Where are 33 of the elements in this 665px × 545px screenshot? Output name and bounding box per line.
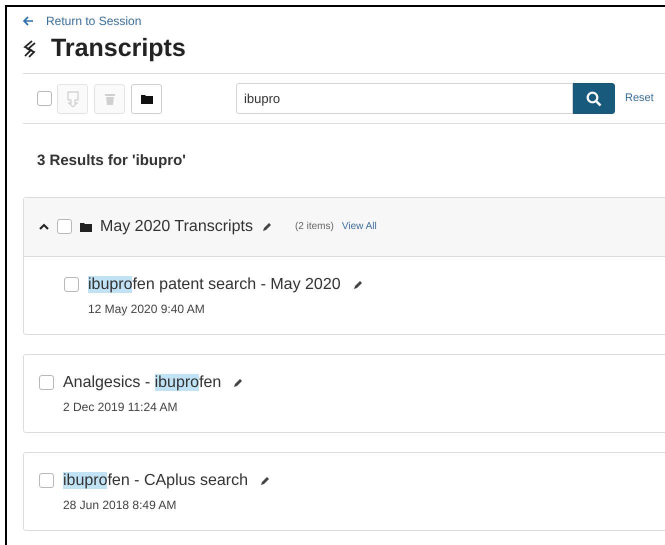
- checkbox[interactable]: [37, 91, 52, 106]
- caret-up-icon[interactable]: [39, 223, 49, 230]
- pencil-icon[interactable]: [260, 220, 273, 232]
- transcript-title[interactable]: Analgesics - ibuprofen: [63, 370, 222, 394]
- pencil-icon[interactable]: [259, 474, 271, 486]
- date-text: 28 Jun 2018 8:49 AM: [63, 496, 178, 514]
- folder-icon: [140, 94, 152, 104]
- trash-icon: [104, 92, 114, 104]
- page-title: Transcripts: [51, 33, 186, 64]
- checkbox[interactable]: [64, 277, 79, 292]
- pencil-icon[interactable]: [352, 278, 364, 290]
- search-field[interactable]: ibupro: [236, 83, 573, 114]
- scroll-icon: [23, 40, 37, 58]
- transcript-title[interactable]: ibuprofen patent search - May 2020: [88, 272, 341, 296]
- checkbox[interactable]: [57, 219, 72, 234]
- date-text: 12 May 2020 9:40 AM: [88, 300, 206, 318]
- reset-link[interactable]: Reset: [625, 90, 654, 107]
- item-count: (2 items): [294, 220, 334, 234]
- checkbox[interactable]: [39, 375, 54, 390]
- download-icon: [66, 90, 78, 106]
- transcript-title[interactable]: ibuprofen - CAplus search: [63, 468, 248, 492]
- folder-icon: [80, 222, 92, 232]
- pencil-icon[interactable]: [232, 376, 244, 388]
- search-button[interactable]: [573, 83, 615, 114]
- folder-button[interactable]: [131, 84, 162, 114]
- folder-name[interactable]: May 2020 Transcripts: [100, 214, 253, 238]
- checkbox[interactable]: [39, 473, 54, 488]
- date-text: 2 Dec 2019 11:24 AM: [63, 398, 179, 416]
- back-arrow-icon[interactable]: [23, 16, 34, 26]
- view-all-link[interactable]: View All: [342, 219, 377, 234]
- search-icon: [586, 90, 602, 106]
- back-link[interactable]: Return to Session: [46, 12, 142, 30]
- results-heading: 3 Results for 'ibupro': [36, 151, 187, 171]
